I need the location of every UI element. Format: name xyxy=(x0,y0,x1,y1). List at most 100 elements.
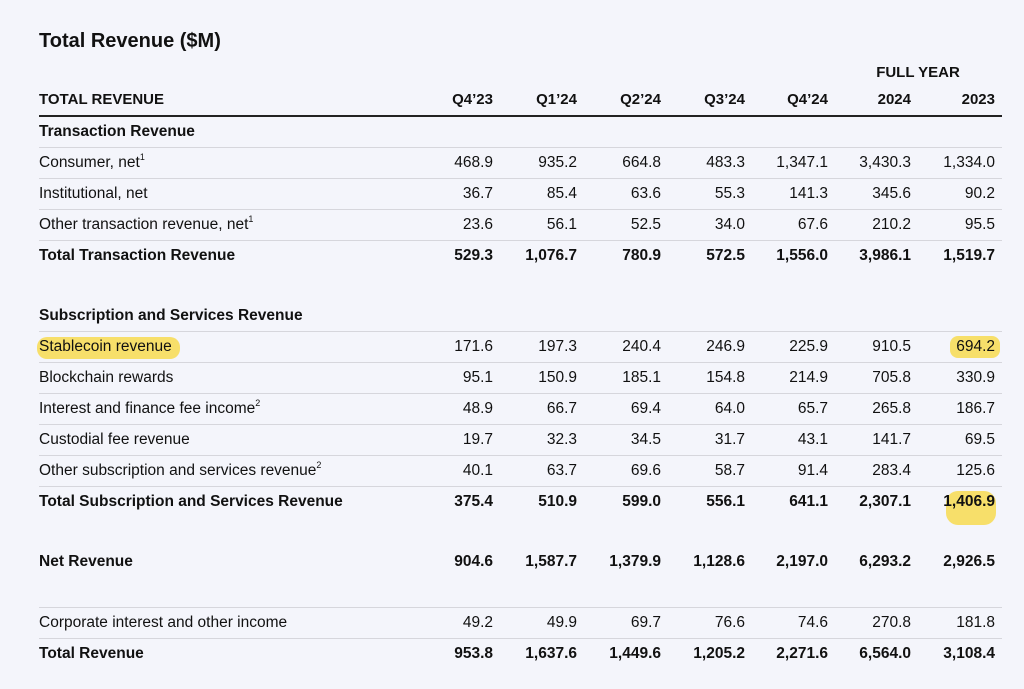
row-label: Total Subscription and Services Revenue xyxy=(39,493,343,510)
table-cell: 1,637.6 xyxy=(525,645,577,662)
table-cell: 2,926.5 xyxy=(943,553,995,570)
section-heading-row: Transaction Revenue xyxy=(39,117,1002,148)
table-cell: 1,379.9 xyxy=(609,553,661,570)
table-cell: 76.6 xyxy=(714,614,745,631)
full-year-label: FULL YEAR xyxy=(876,64,960,81)
footnote-marker: 1 xyxy=(248,214,254,224)
table-cell: 910.5 xyxy=(872,338,911,355)
table-cell: 6,293.2 xyxy=(859,553,911,570)
table-cell: 330.9 xyxy=(956,369,995,386)
table-row: Corporate interest and other income 49.2… xyxy=(39,608,1002,639)
table-row: Consumer, net1 468.9 935.2 664.8 483.3 1… xyxy=(39,148,1002,179)
table-cell: 2,197.0 xyxy=(776,553,828,570)
table-cell: 69.7 xyxy=(630,614,661,631)
table-row: Custodial fee revenue 19.7 32.3 34.5 31.… xyxy=(39,425,1002,456)
column-header: 2024 xyxy=(877,91,911,108)
table-cell: 1,347.1 xyxy=(776,154,828,171)
table-cell: 2,271.6 xyxy=(776,645,828,662)
table-cell: 36.7 xyxy=(462,185,493,202)
table-header-row: TOTAL REVENUE Q4’23 Q1’24 Q2’24 Q3’24 Q4… xyxy=(39,85,1002,117)
table-cell: 694.2 xyxy=(956,338,995,355)
table-cell: 154.8 xyxy=(706,369,745,386)
table-row: Other transaction revenue, net1 23.6 56.… xyxy=(39,210,1002,241)
table-cell: 48.9 xyxy=(462,400,493,417)
table-cell: 95.1 xyxy=(462,369,493,386)
table-cell: 52.5 xyxy=(630,216,661,233)
table-cell: 49.9 xyxy=(546,614,577,631)
column-header: Q4’23 xyxy=(452,91,493,108)
table-cell: 141.7 xyxy=(872,431,911,448)
table-cell: 283.4 xyxy=(872,462,911,479)
table-cell: 246.9 xyxy=(706,338,745,355)
row-label: Institutional, net xyxy=(39,185,148,202)
table-cell: 185.1 xyxy=(622,369,661,386)
section-heading: Transaction Revenue xyxy=(39,123,195,140)
table-cell: 150.9 xyxy=(538,369,577,386)
table-row: Blockchain rewards 95.1 150.9 185.1 154.… xyxy=(39,363,1002,394)
table-cell: 210.2 xyxy=(872,216,911,233)
column-header: 2023 xyxy=(961,91,995,108)
table-cell: 1,334.0 xyxy=(943,154,995,171)
section-heading: Subscription and Services Revenue xyxy=(39,307,303,324)
section-heading-row: Subscription and Services Revenue xyxy=(39,301,1002,332)
table-cell: 641.1 xyxy=(789,493,828,510)
row-label: Blockchain rewards xyxy=(39,369,174,386)
table-cell: 1,205.2 xyxy=(693,645,745,662)
table-cell: 64.0 xyxy=(714,400,745,417)
table-cell: 483.3 xyxy=(706,154,745,171)
table-cell: 67.6 xyxy=(797,216,828,233)
spacer xyxy=(39,577,1002,608)
table-cell: 23.6 xyxy=(462,216,493,233)
net-revenue-row: Net Revenue 904.6 1,587.7 1,379.9 1,128.… xyxy=(39,547,1002,577)
total-revenue-row: Total Revenue 953.8 1,637.6 1,449.6 1,20… xyxy=(39,639,1002,669)
table-cell: 31.7 xyxy=(714,431,745,448)
table-cell: 40.1 xyxy=(462,462,493,479)
table-cell: 780.9 xyxy=(622,247,661,264)
table-cell: 19.7 xyxy=(462,431,493,448)
table-cell: 63.7 xyxy=(546,462,577,479)
table-cell: 69.5 xyxy=(964,431,995,448)
table-cell: 1,449.6 xyxy=(609,645,661,662)
table-cell: 181.8 xyxy=(956,614,995,631)
footnote-marker: 2 xyxy=(255,398,261,408)
table-cell: 171.6 xyxy=(454,338,493,355)
total-row: Total Subscription and Services Revenue … xyxy=(39,487,1002,525)
table-cell: 556.1 xyxy=(706,493,745,510)
table-cell: 32.3 xyxy=(546,431,577,448)
total-row: Total Transaction Revenue 529.3 1,076.7 … xyxy=(39,241,1002,271)
table-cell: 1,519.7 xyxy=(943,247,995,264)
table-cell: 529.3 xyxy=(454,247,493,264)
table-cell: 345.6 xyxy=(872,185,911,202)
table-cell: 510.9 xyxy=(538,493,577,510)
table-cell: 240.4 xyxy=(622,338,661,355)
table-row: Stablecoin revenue 171.6 197.3 240.4 246… xyxy=(37,332,1002,363)
table-cell: 91.4 xyxy=(797,462,828,479)
row-label: Net Revenue xyxy=(39,553,133,570)
table-cell: 34.5 xyxy=(630,431,661,448)
column-header: Q1’24 xyxy=(536,91,577,108)
column-header: Q2’24 xyxy=(620,91,661,108)
table-cell: 49.2 xyxy=(462,614,493,631)
table-cell: 270.8 xyxy=(872,614,911,631)
table-cell: 197.3 xyxy=(538,338,577,355)
table-cell: 63.6 xyxy=(630,185,661,202)
table-cell: 265.8 xyxy=(872,400,911,417)
table-cell: 214.9 xyxy=(789,369,828,386)
table-cell: 468.9 xyxy=(454,154,493,171)
table-cell: 1,406.9 xyxy=(943,493,995,510)
table-cell: 935.2 xyxy=(538,154,577,171)
row-label: Interest and finance fee income2 xyxy=(39,398,261,418)
row-label: Other subscription and services revenue2 xyxy=(39,460,322,480)
table-cell: 1,556.0 xyxy=(776,247,828,264)
table-cell: 3,986.1 xyxy=(859,247,911,264)
table-cell: 1,587.7 xyxy=(525,553,577,570)
column-header: Q4’24 xyxy=(787,91,828,108)
page-title: Total Revenue ($M) xyxy=(39,30,221,52)
table-cell: 74.6 xyxy=(797,614,828,631)
table-cell: 43.1 xyxy=(797,431,828,448)
table-cell: 953.8 xyxy=(454,645,493,662)
table-row: Institutional, net 36.7 85.4 63.6 55.3 1… xyxy=(39,179,1002,210)
table-cell: 125.6 xyxy=(956,462,995,479)
